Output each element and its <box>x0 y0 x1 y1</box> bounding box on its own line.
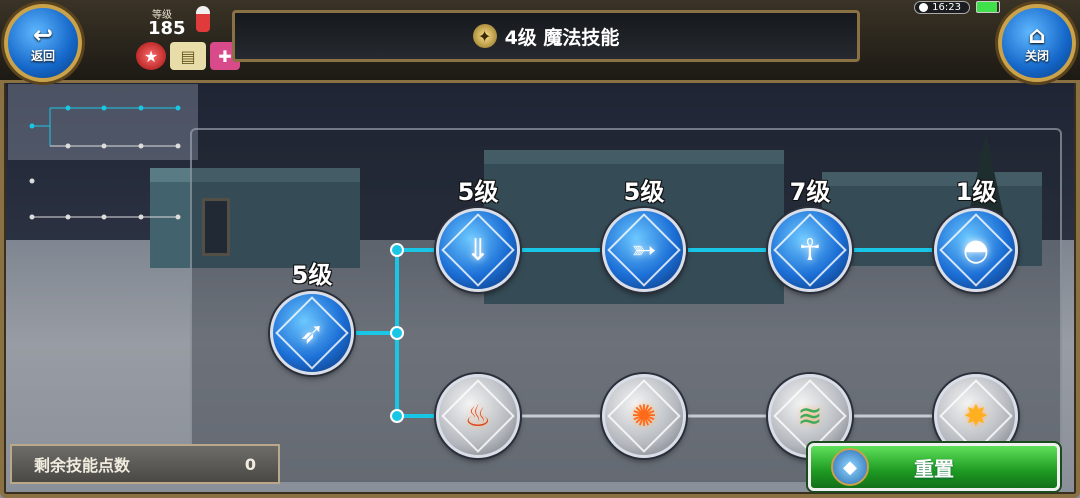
spirit-figure-skill-icon: ☥ <box>798 232 822 268</box>
explosion-skill-icon: ✺ <box>631 398 657 434</box>
link-node <box>390 326 404 340</box>
points-label: 剩余技能点数 <box>34 456 131 475</box>
skill-node-root[interactable]: ➶ 5级 <box>270 261 354 375</box>
skill-level: 7级 <box>789 178 831 206</box>
link-node <box>390 243 404 257</box>
link-node <box>390 409 404 423</box>
piercing-arrow-skill-icon: ➶ <box>299 315 325 351</box>
skill-node-top-1[interactable]: ⇓ 5级 <box>436 178 520 292</box>
skill-level: 5级 <box>623 178 665 206</box>
remaining-skill-points: 剩余技能点数 0 <box>10 444 280 484</box>
gem-icon: ◆ <box>831 448 869 486</box>
skill-node-bottom-1[interactable]: ♨ <box>436 374 520 458</box>
skill-links <box>355 243 940 423</box>
downward-arrow-skill-icon: ⇓ <box>465 232 491 268</box>
skill-node-top-2[interactable]: ➳ 5级 <box>602 178 686 292</box>
skill-node-bottom-2[interactable]: ✺ <box>602 374 686 458</box>
skill-level: 5级 <box>457 178 499 206</box>
fire-dome-skill-icon: ◓ <box>962 232 990 268</box>
skill-node-top-3[interactable]: ☥ 7级 <box>768 178 852 292</box>
triple-arrow-skill-icon: ➳ <box>631 232 657 268</box>
skill-level: 5级 <box>291 261 333 289</box>
skill-node-top-4[interactable]: ◓ 1级 <box>934 178 1018 292</box>
fire-pillar-skill-icon: ♨ <box>464 398 492 434</box>
points-value: 0 <box>244 454 256 474</box>
skill-level: 1级 <box>955 178 997 206</box>
reset-label: 重置 <box>914 456 954 481</box>
reset-button[interactable]: ◆ 重置 <box>808 443 1060 491</box>
